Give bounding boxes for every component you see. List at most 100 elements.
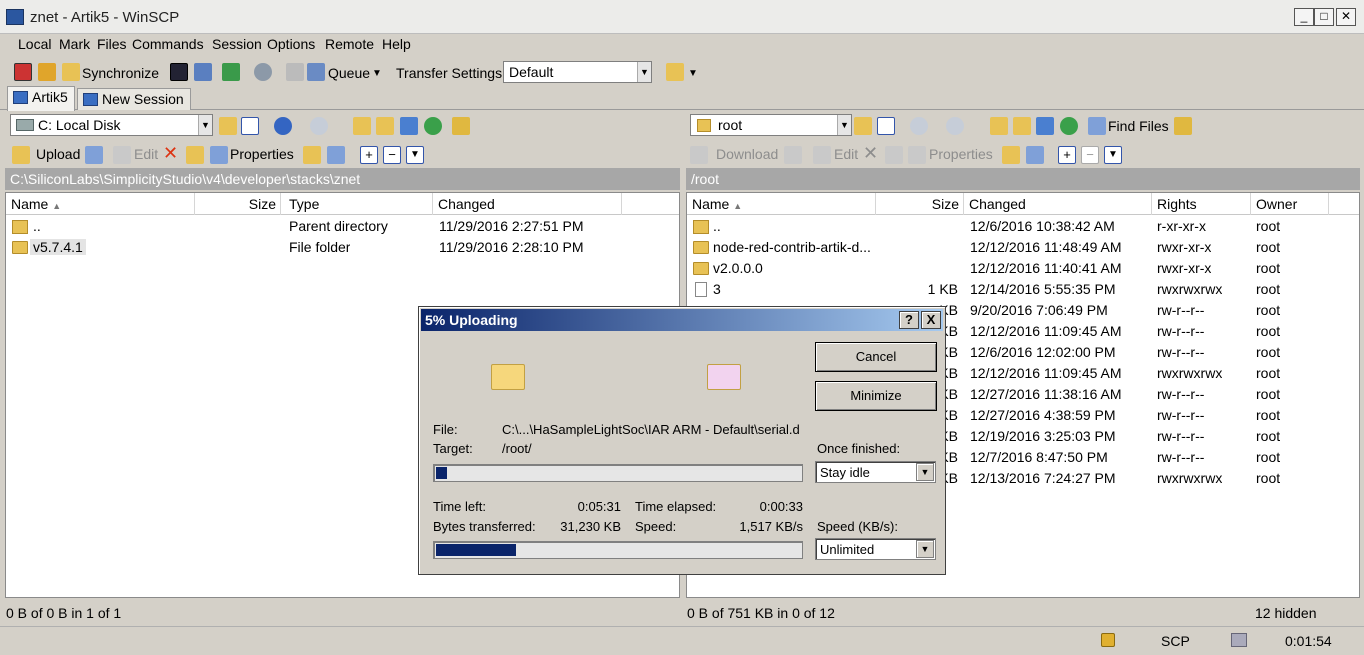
refresh-session-icon[interactable]: [222, 63, 240, 81]
minimize-window-button[interactable]: _: [1294, 8, 1314, 26]
remote-row[interactable]: v2.0.0.0 12/12/2016 11:40:41 AM rwxr-xr-…: [687, 258, 1359, 279]
file-name: ..: [33, 218, 41, 234]
properties-icon: [908, 146, 926, 164]
synchronize-button[interactable]: Synchronize: [82, 65, 159, 81]
delete-icon[interactable]: ✕: [163, 143, 178, 164]
filter-select-icon[interactable]: ▼: [406, 146, 424, 164]
root-dir-icon[interactable]: [1013, 117, 1031, 135]
new-folder-icon[interactable]: [303, 146, 321, 164]
col-name[interactable]: Name ▲: [6, 193, 195, 215]
col-changed[interactable]: Changed: [964, 193, 1152, 215]
col-size[interactable]: Size: [195, 193, 281, 215]
bytes-value: 31,230 KB: [560, 519, 621, 534]
home-icon[interactable]: [1036, 117, 1054, 135]
file-value: C:\...\HaSampleLightSoc\IAR ARM - Defaul…: [502, 422, 800, 437]
console-icon[interactable]: [170, 63, 188, 81]
new-file-icon[interactable]: [327, 146, 345, 164]
parent-directory-icon: [12, 220, 28, 234]
remote-dir-select[interactable]: root ▼: [690, 114, 852, 136]
parent-dir-icon[interactable]: [353, 117, 371, 135]
file-changed: 11/29/2016 2:28:10 PM: [439, 239, 584, 255]
remote-row[interactable]: 3 1 KB 12/14/2016 5:55:35 PM rwxrwxrwx r…: [687, 279, 1359, 300]
local-row-parent[interactable]: .. Parent directory 11/29/2016 2:27:51 P…: [6, 216, 679, 237]
back-icon: [910, 117, 928, 135]
refresh-icon[interactable]: [424, 117, 442, 135]
open-folder-icon[interactable]: [219, 117, 237, 135]
properties-button[interactable]: Properties: [230, 146, 294, 162]
remote-nav-toolbar: root ▼ Find Files: [686, 112, 1364, 140]
parent-directory-icon: [693, 220, 709, 234]
local-row-folder[interactable]: v5.7.4.1 File folder 11/29/2016 2:28:10 …: [6, 237, 679, 258]
filter-icon[interactable]: [877, 117, 895, 135]
remote-status: 0 B of 751 KB in 0 of 12: [687, 605, 835, 621]
select-plus-icon[interactable]: +: [360, 146, 378, 164]
sync-browse-icon[interactable]: [38, 63, 56, 81]
queue-icon[interactable]: [307, 63, 325, 81]
menu-session[interactable]: Session: [212, 36, 262, 52]
cancel-button[interactable]: Cancel: [815, 342, 937, 372]
menu-mark[interactable]: Mark: [59, 36, 90, 52]
col-changed[interactable]: Changed: [433, 193, 622, 215]
menu-files[interactable]: Files: [97, 36, 127, 52]
sessions-dropdown-icon[interactable]: ▼: [688, 68, 698, 79]
transfer-settings-label: Transfer Settings: [396, 65, 503, 81]
col-type[interactable]: Type: [284, 193, 433, 215]
menu-commands[interactable]: Commands: [132, 36, 204, 52]
tab-artik5[interactable]: Artik5: [7, 86, 75, 111]
winscp-app-icon: [6, 9, 24, 25]
minimize-button[interactable]: Minimize: [815, 381, 937, 411]
synchronize-icon[interactable]: [62, 63, 80, 81]
local-drive-select[interactable]: C: Local Disk ▼: [10, 114, 213, 136]
open-folder-icon[interactable]: [854, 117, 872, 135]
find-files-button[interactable]: Find Files: [1108, 118, 1169, 134]
unselect-minus-icon[interactable]: −: [383, 146, 401, 164]
select-plus-icon[interactable]: +: [1058, 146, 1076, 164]
close-window-button[interactable]: ✕: [1336, 8, 1356, 26]
filter-icon[interactable]: [241, 117, 259, 135]
root-dir-icon[interactable]: [376, 117, 394, 135]
tree-icon[interactable]: [452, 117, 470, 135]
upload-button[interactable]: Upload: [36, 146, 80, 162]
col-owner[interactable]: Owner: [1251, 193, 1329, 215]
hidden-count[interactable]: 12 hidden: [1255, 605, 1317, 621]
preferences-gear-icon[interactable]: [254, 63, 272, 81]
upload-icon[interactable]: [12, 146, 30, 164]
queue-button[interactable]: Queue: [328, 65, 370, 81]
queue-dropdown-icon[interactable]: ▼: [372, 68, 382, 79]
download-options-icon: [784, 146, 802, 164]
binoculars-icon[interactable]: [1088, 117, 1106, 135]
rename-icon[interactable]: [186, 146, 204, 164]
compare-dirs-icon[interactable]: [14, 63, 32, 81]
transfer-settings-select[interactable]: Default ▼: [503, 61, 652, 83]
once-finished-select[interactable]: Stay idle ▼: [815, 461, 936, 483]
tree-icon[interactable]: [1174, 117, 1192, 135]
menu-options[interactable]: Options: [267, 36, 315, 52]
help-button[interactable]: ?: [899, 311, 919, 329]
remote-row[interactable]: node-red-contrib-artik-d... 12/12/2016 1…: [687, 237, 1359, 258]
menu-help[interactable]: Help: [382, 36, 411, 52]
menu-local[interactable]: Local: [18, 36, 51, 52]
home-icon[interactable]: [400, 117, 418, 135]
filter-select-icon[interactable]: ▼: [1104, 146, 1122, 164]
remote-row[interactable]: .. 12/6/2016 10:38:42 AM r-xr-xr-x root: [687, 216, 1359, 237]
parent-dir-icon[interactable]: [990, 117, 1008, 135]
back-icon[interactable]: [274, 117, 292, 135]
dialog-close-button[interactable]: X: [921, 311, 941, 329]
speed-limit-select[interactable]: Unlimited ▼: [815, 538, 936, 560]
edit-icon: [813, 146, 831, 164]
new-file-icon[interactable]: [1026, 146, 1044, 164]
col-rights[interactable]: Rights: [1152, 193, 1251, 215]
col-size[interactable]: Size: [876, 193, 964, 215]
menu-remote[interactable]: Remote: [325, 36, 374, 52]
remote-list-header: Name ▲ Size Changed Rights Owner: [687, 193, 1359, 215]
putty-icon[interactable]: [194, 63, 212, 81]
properties-icon[interactable]: [210, 146, 228, 164]
sessions-icon[interactable]: [666, 63, 684, 81]
refresh-icon[interactable]: [1060, 117, 1078, 135]
upload-options-icon[interactable]: [85, 146, 103, 164]
tab-new-session[interactable]: New Session: [77, 88, 191, 110]
col-name[interactable]: Name ▲: [687, 193, 876, 215]
bytes-label: Bytes transferred:: [433, 519, 536, 534]
new-folder-icon[interactable]: [1002, 146, 1020, 164]
maximize-window-button[interactable]: □: [1314, 8, 1334, 26]
